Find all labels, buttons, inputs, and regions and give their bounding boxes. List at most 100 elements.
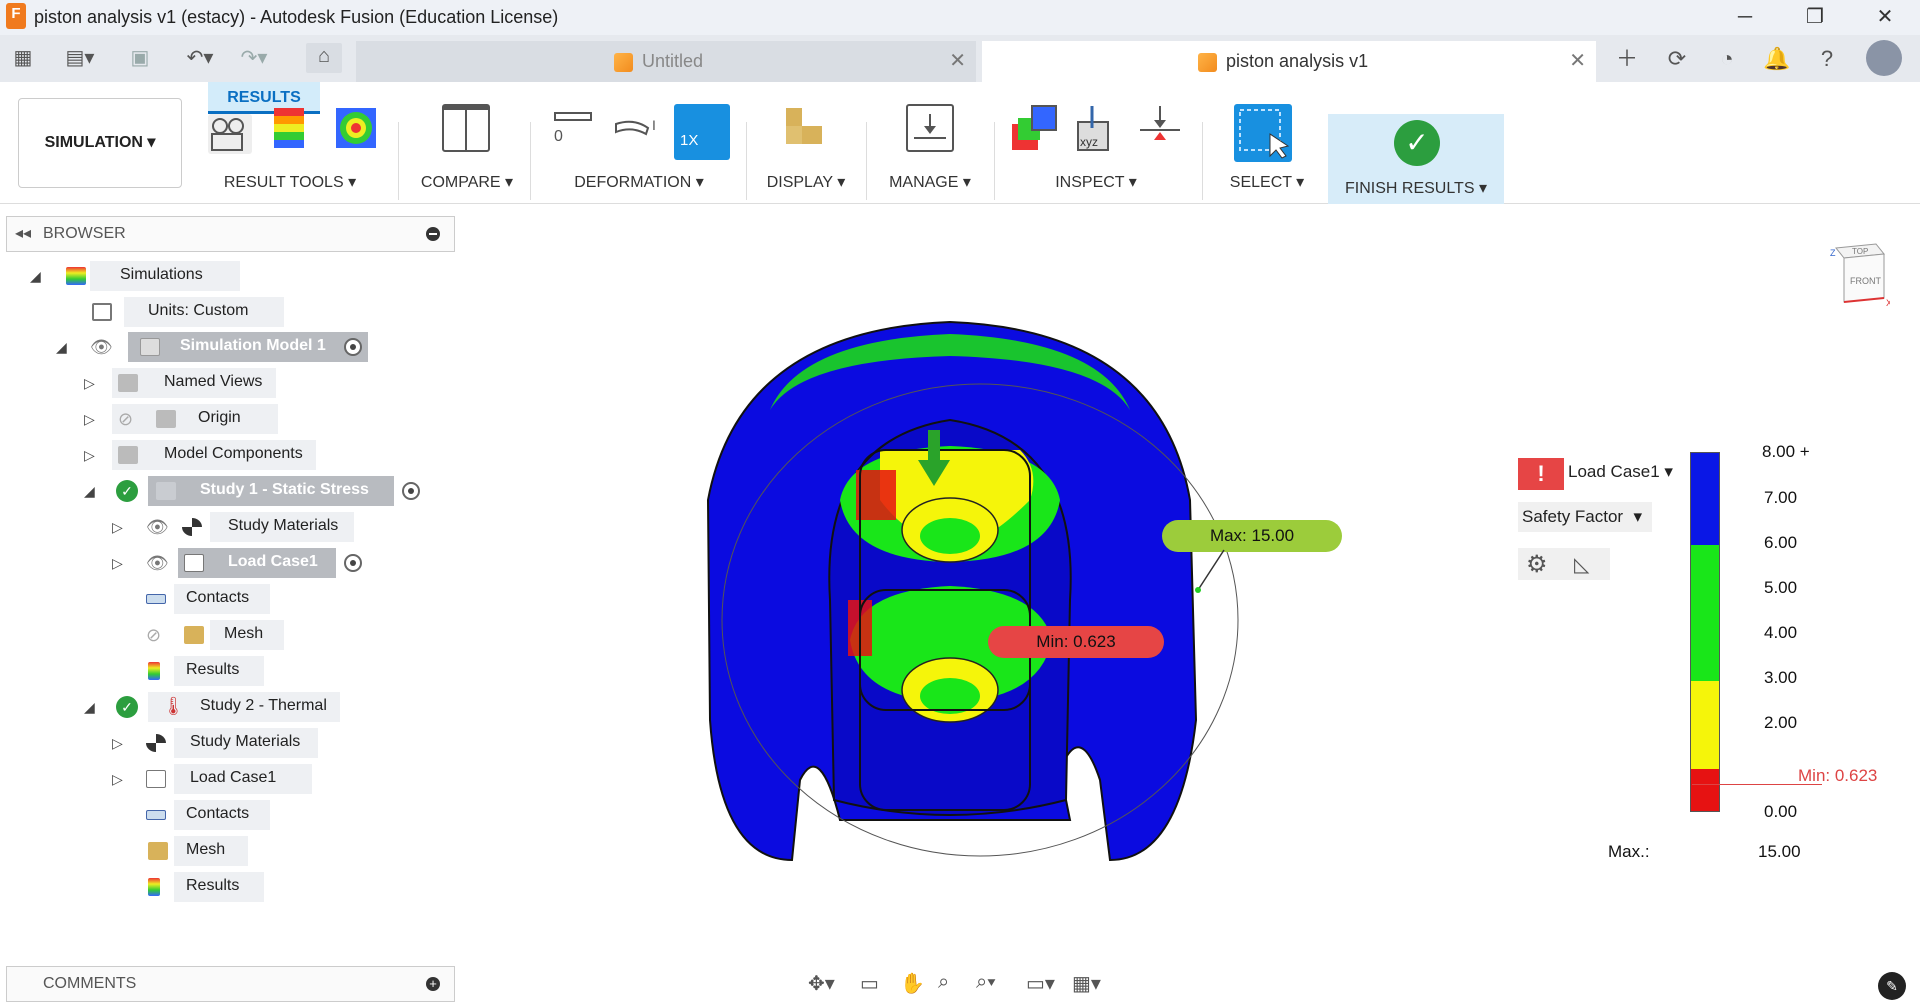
tree-row-study-materials[interactable]: ▷ Study Materials xyxy=(112,728,412,758)
inspect-group[interactable]: xyz INSPECT ▾ xyxy=(1004,104,1188,198)
triangle-icon[interactable]: ◺ xyxy=(1574,552,1589,577)
tree-row-simulation-model[interactable]: ◢ 👁 Simulation Model 1 xyxy=(56,332,376,362)
actual-deformation-icon[interactable]: 1X xyxy=(674,104,730,160)
close-tab-icon[interactable]: ✕ xyxy=(1569,41,1586,81)
max-probe-tag[interactable]: Max: 15.00 xyxy=(1162,520,1342,552)
look-at-icon[interactable]: ▭ xyxy=(860,971,879,996)
activate-radio-icon[interactable] xyxy=(402,482,420,500)
collapse-arrow-icon[interactable]: ◢ xyxy=(84,692,95,722)
tree-row-contacts[interactable]: Contacts xyxy=(140,800,440,830)
result-type-dropdown[interactable]: Safety Factor ▾ xyxy=(1518,502,1652,532)
collapse-browser-icon[interactable]: ◂◂ xyxy=(15,223,31,243)
collapse-arrow-icon[interactable]: ◢ xyxy=(30,261,41,291)
xyz-probe-icon[interactable]: xyz xyxy=(1072,104,1120,154)
expand-arrow-icon[interactable]: ▷ xyxy=(112,764,123,794)
expand-arrow-icon[interactable]: ▷ xyxy=(112,728,123,758)
display-settings-icon[interactable]: ▭▾ xyxy=(1026,971,1055,996)
display-icon[interactable] xyxy=(782,104,828,150)
tab-untitled[interactable]: Untitled ✕ xyxy=(356,41,976,82)
hidden-eye-icon[interactable]: ⊘ xyxy=(118,408,133,430)
manage-icon[interactable] xyxy=(906,104,954,152)
browser-minimize-icon[interactable] xyxy=(426,227,440,241)
tree-row-study-2[interactable]: ◢ ✓ 🌡 Study 2 - Thermal xyxy=(84,692,384,722)
home-icon[interactable]: ⌂ xyxy=(306,43,342,73)
notifications-icon[interactable]: 🔔 xyxy=(1761,44,1793,74)
expand-arrow-icon[interactable]: ▷ xyxy=(84,404,95,434)
tree-row-named-views[interactable]: ▷ Named Views xyxy=(84,368,384,398)
minimize-button[interactable]: ─ xyxy=(1710,0,1780,35)
piston-model[interactable] xyxy=(680,300,1240,880)
tree-row-results[interactable]: Results xyxy=(140,656,440,686)
no-deformation-icon[interactable]: 0 xyxy=(552,104,598,150)
workspace-switcher[interactable]: SIMULATION ▾ xyxy=(18,98,182,188)
comments-panel-header[interactable]: COMMENTS + xyxy=(6,966,455,1002)
tree-row-model-components[interactable]: ▷ Model Components xyxy=(84,440,384,470)
grid-menu-icon[interactable]: ▦ xyxy=(10,45,36,71)
tree-row-simulations[interactable]: ◢ Simulations xyxy=(30,261,330,291)
adjusted-deformation-icon[interactable]: I xyxy=(612,104,662,150)
compare-icon[interactable] xyxy=(442,104,490,152)
grid-settings-icon[interactable]: ▦▾ xyxy=(1072,971,1101,996)
restore-button[interactable]: ❐ xyxy=(1780,0,1850,35)
undo-icon[interactable]: ↶▾ xyxy=(178,45,222,71)
expand-arrow-icon[interactable]: ▷ xyxy=(84,368,95,398)
tree-row-origin[interactable]: ▷ ⊘ Origin xyxy=(84,404,384,434)
select-icon[interactable] xyxy=(1234,104,1292,162)
activate-radio-icon[interactable] xyxy=(344,554,362,572)
visibility-eye-icon[interactable]: 👁 xyxy=(90,336,113,358)
job-status-icon[interactable]: ◔ xyxy=(1711,44,1743,74)
save-icon[interactable]: ▣ xyxy=(126,45,154,71)
section-icon[interactable] xyxy=(1136,104,1184,152)
expand-arrow-icon[interactable]: ▷ xyxy=(112,548,123,578)
load-case-dropdown[interactable]: Load Case1 ▾ xyxy=(1568,462,1673,482)
zoom-icon[interactable]: ⌕ xyxy=(938,971,949,994)
compare-group[interactable]: COMPARE ▾ xyxy=(412,104,522,198)
probe-icon[interactable] xyxy=(1010,104,1060,154)
expand-arrow-icon[interactable]: ▷ xyxy=(112,512,123,542)
surface-plot-icon[interactable] xyxy=(334,106,380,152)
close-button[interactable]: ✕ xyxy=(1850,0,1920,35)
tree-row-mesh[interactable]: ⊘ Mesh xyxy=(140,620,440,650)
manage-group[interactable]: MANAGE ▾ xyxy=(878,104,982,198)
tree-row-mesh[interactable]: Mesh xyxy=(140,836,440,866)
deformation-group[interactable]: 0 I 1X DEFORMATION ▾ xyxy=(544,104,734,198)
add-comment-icon[interactable]: + xyxy=(426,977,440,991)
tree-row-units[interactable]: Units: Custom xyxy=(30,297,330,327)
finish-results-button[interactable]: ✓ FINISH RESULTS ▾ xyxy=(1328,114,1504,204)
help-icon[interactable]: ? xyxy=(1811,44,1843,74)
hidden-eye-icon[interactable]: ⊘ xyxy=(146,624,161,646)
tree-row-load-case[interactable]: ▷ Load Case1 xyxy=(112,764,412,794)
load-case-alert-icon[interactable]: ! xyxy=(1518,458,1564,490)
tree-row-study-1[interactable]: ◢ ✓ Study 1 - Static Stress xyxy=(84,476,444,506)
gear-icon[interactable]: ⚙ xyxy=(1526,550,1548,579)
tree-row-load-case[interactable]: ▷ 👁 Load Case1 xyxy=(112,548,412,578)
data-panel-icon[interactable]: ⟳ xyxy=(1661,44,1693,74)
activate-radio-icon[interactable] xyxy=(344,338,362,356)
expand-arrow-icon[interactable]: ▷ xyxy=(84,440,95,470)
collapse-arrow-icon[interactable]: ◢ xyxy=(84,476,95,506)
view-cube[interactable]: TOP FRONT X Z xyxy=(1830,240,1892,308)
collapse-arrow-icon[interactable]: ◢ xyxy=(56,332,67,362)
result-details-icon[interactable] xyxy=(272,106,312,152)
new-tab-icon[interactable]: ＋ xyxy=(1611,44,1643,74)
tab-piston-analysis[interactable]: piston analysis v1 ✕ xyxy=(982,41,1596,82)
redo-icon[interactable]: ↷▾ xyxy=(232,45,276,71)
display-group[interactable]: DISPLAY ▾ xyxy=(756,104,856,198)
select-group[interactable]: SELECT ▾ xyxy=(1212,104,1322,198)
feedback-icon[interactable]: ✎ xyxy=(1878,972,1906,1000)
browser-panel-header[interactable]: ◂◂ BROWSER xyxy=(6,216,455,252)
min-probe-tag[interactable]: Min: 0.623 xyxy=(988,626,1164,658)
user-avatar[interactable] xyxy=(1866,40,1902,76)
visibility-eye-icon[interactable]: 👁 xyxy=(146,552,169,574)
tree-row-contacts[interactable]: Contacts xyxy=(140,584,440,614)
orbit-icon[interactable]: ✥▾ xyxy=(808,971,835,996)
close-tab-icon[interactable]: ✕ xyxy=(949,41,966,81)
file-menu-icon[interactable]: ▤▾ xyxy=(62,45,98,71)
fit-icon[interactable]: ⌕▾ xyxy=(976,971,996,994)
visibility-eye-icon[interactable]: 👁 xyxy=(146,516,169,538)
result-tools-group[interactable]: RESULT TOOLS ▾ xyxy=(200,104,380,198)
animate-icon[interactable] xyxy=(208,114,252,154)
tree-row-results[interactable]: Results xyxy=(140,872,440,902)
tree-row-study-materials[interactable]: ▷ 👁 Study Materials xyxy=(112,512,412,542)
pan-icon[interactable]: ✋ xyxy=(900,971,925,996)
